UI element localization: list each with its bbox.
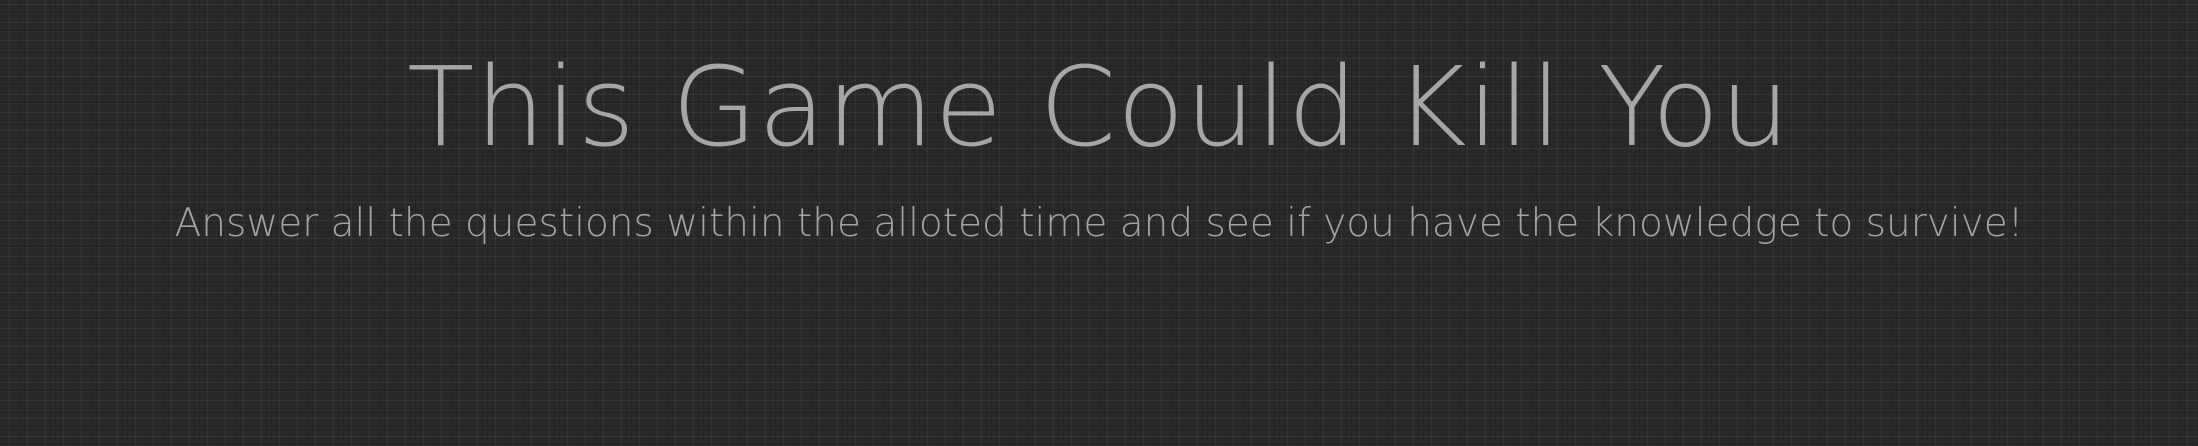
- game-title: This Game Could Kill You: [407, 43, 1791, 171]
- game-subtitle: Answer all the questions within the allo…: [174, 201, 2024, 246]
- start-screen: This Game Could Kill You Answer all the …: [0, 0, 2198, 446]
